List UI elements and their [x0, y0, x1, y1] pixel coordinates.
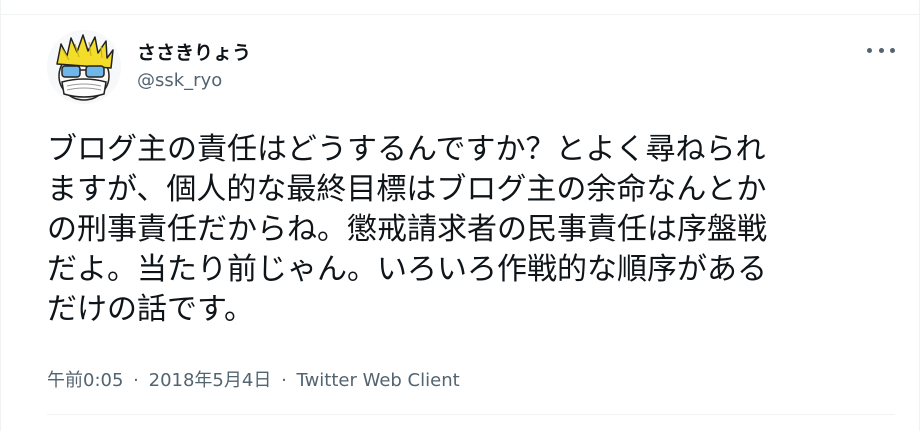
separator: ·	[133, 370, 139, 391]
author-names: ささきりょう @ssk_ryo	[137, 40, 251, 94]
tweet-text-line: だよ。当たり前じゃん。いろいろ作戦的な順序がある	[47, 252, 767, 287]
tweet-metadata: 午前0:05 · 2018年5月4日 · Twitter Web Client	[47, 366, 460, 392]
tweet-card: ささきりょう @ssk_ryo ブログ主の責任はどうするんですか？とよく尋ねられ…	[0, 0, 920, 431]
tweet-text: ブログ主の責任はどうするんですか？とよく尋ねられ ますが、個人的な最終目標はブロ…	[47, 130, 887, 330]
user-handle[interactable]: @ssk_ryo	[137, 68, 251, 94]
more-dots-icon[interactable]	[867, 40, 895, 60]
tweet-header: ささきりょう @ssk_ryo	[47, 30, 251, 104]
avatar[interactable]	[47, 30, 121, 104]
top-divider	[1, 14, 919, 15]
dot	[890, 47, 895, 53]
tweet-date[interactable]: 2018年5月4日	[149, 370, 272, 391]
dot	[867, 47, 872, 53]
dot	[878, 47, 884, 53]
bottom-divider	[47, 414, 895, 415]
separator: ·	[281, 370, 287, 391]
display-name[interactable]: ささきりょう	[137, 40, 251, 66]
client-link[interactable]: Twitter Web Client	[297, 370, 460, 391]
tweet-time[interactable]: 午前0:05	[47, 370, 123, 391]
tweet-text-line: ますが、個人的な最終目標はブログ主の余命なんとか	[47, 172, 767, 207]
tweet-text-line: の刑事責任だからね。懲戒請求者の民事責任は序盤戦	[47, 212, 767, 247]
cartoon-face-avatar-icon	[47, 30, 121, 104]
tweet-text-line: ブログ主の責任はどうするんですか？とよく尋ねられ	[47, 132, 766, 167]
tweet-text-line: だけの話です。	[47, 292, 254, 327]
